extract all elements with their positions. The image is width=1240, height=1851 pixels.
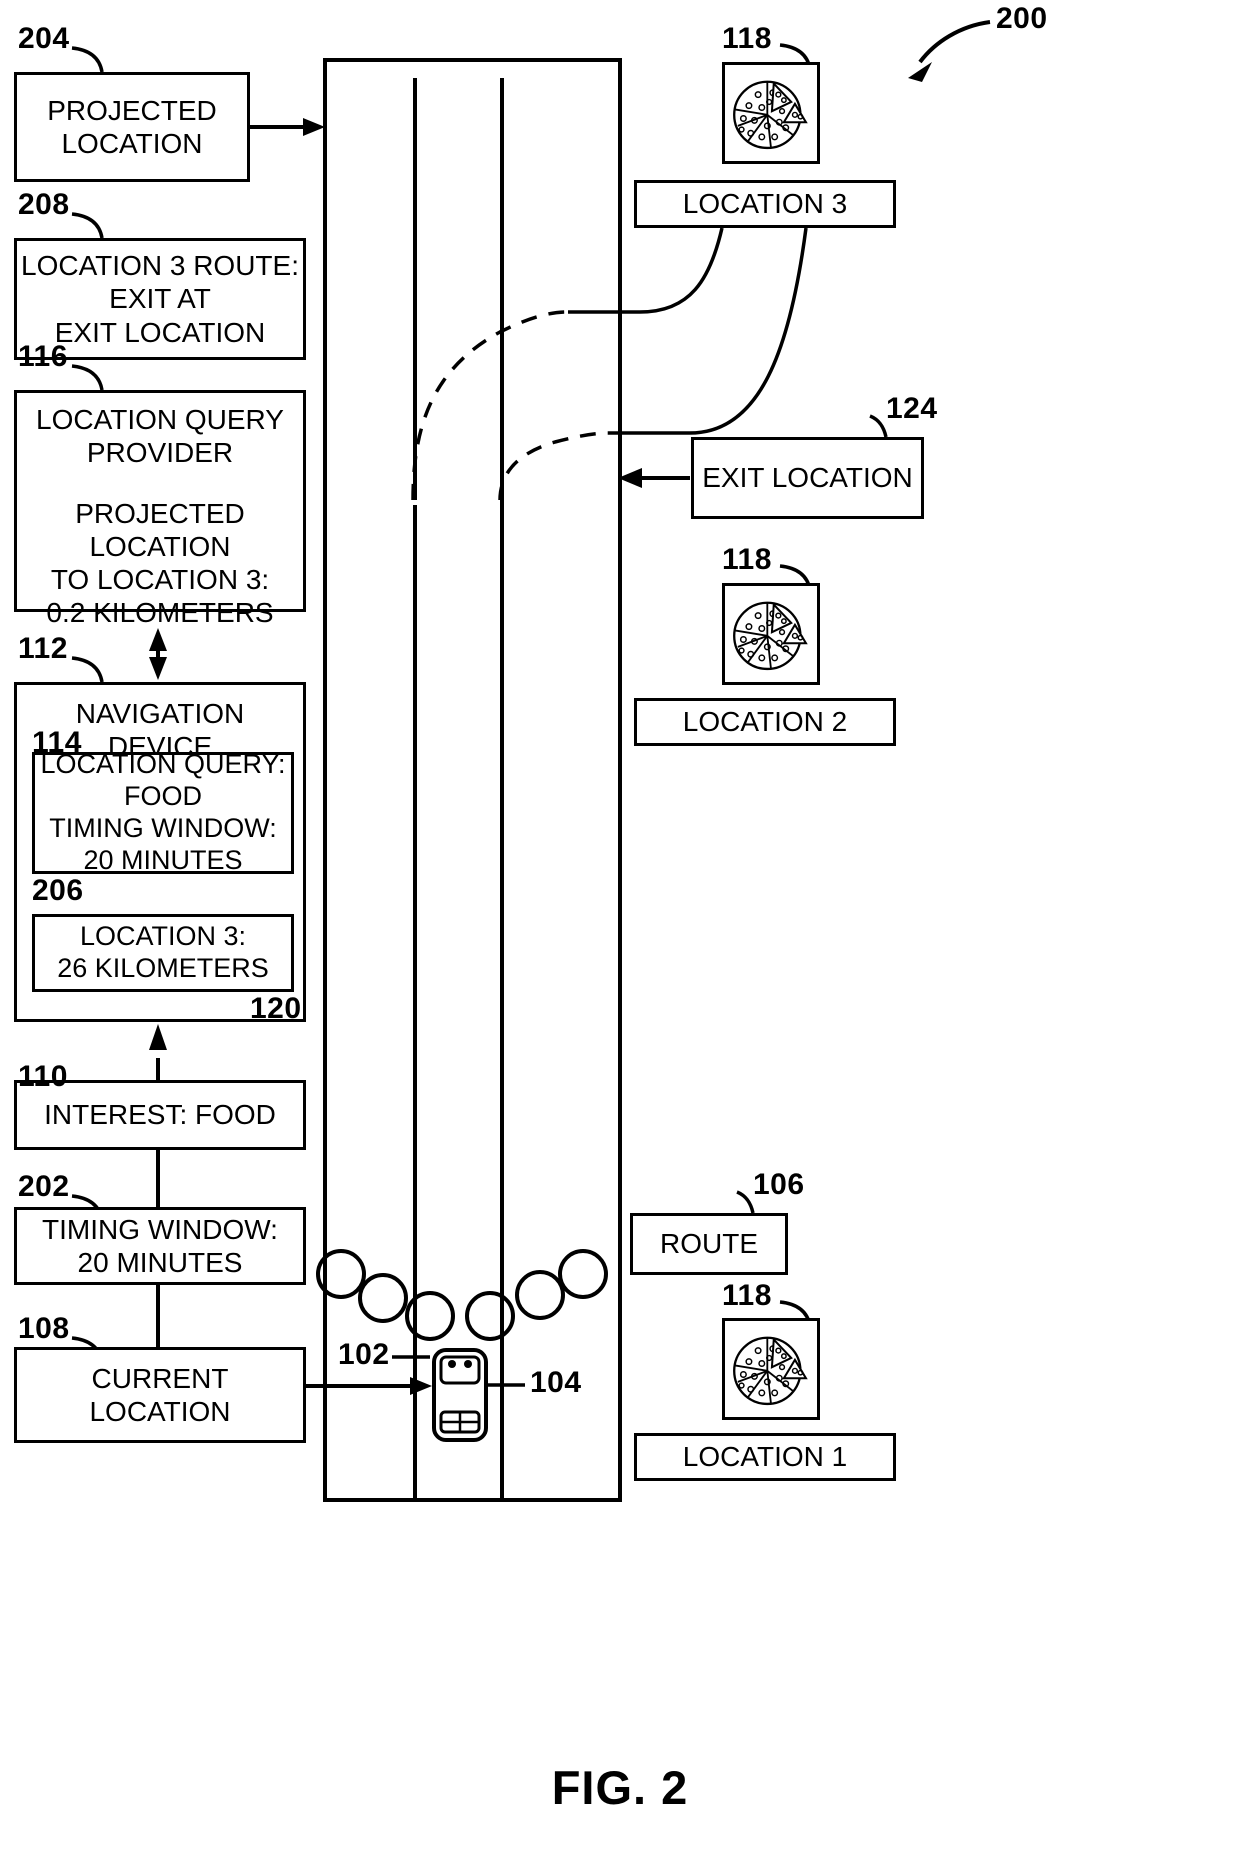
route-label: ROUTE — [660, 1228, 758, 1260]
ref-120: 120 — [250, 992, 302, 1025]
interest-label: INTEREST: FOOD — [44, 1099, 276, 1131]
arrow-current-location-to-vehicle — [301, 1377, 432, 1395]
pizza-icon — [733, 601, 808, 671]
leader-location3-upper — [568, 227, 724, 314]
ref-104: 104 — [530, 1366, 582, 1399]
leader-124 — [869, 414, 888, 438]
location2-box[interactable]: LOCATION 2 — [634, 698, 896, 746]
location3-distance-box[interactable]: LOCATION 3: 26 KILOMETERS — [32, 914, 294, 992]
ref-200: 200 — [996, 2, 1048, 35]
location1-box[interactable]: LOCATION 1 — [634, 1433, 896, 1481]
projected-location-label: PROJECTED LOCATION — [47, 94, 217, 159]
location-query-provider-body: PROJECTED LOCATION TO LOCATION 3: 0.2 KI… — [46, 498, 274, 629]
ref-112: 112 — [18, 632, 68, 665]
leader-208 — [71, 212, 104, 239]
pizza-icon — [733, 80, 808, 150]
exit-ramp-dashed-lower — [498, 431, 609, 501]
exit-location-box[interactable]: EXIT LOCATION — [691, 437, 924, 519]
ref-106: 106 — [753, 1168, 805, 1201]
system-ref-arrowhead — [908, 62, 932, 82]
timing-window-box[interactable]: TIMING WINDOW: 20 MINUTES — [14, 1207, 306, 1285]
location3-route-label: LOCATION 3 ROUTE: EXIT AT EXIT LOCATION — [21, 250, 299, 348]
pizza-icon-frame-location3 — [722, 62, 820, 164]
ref-124: 124 — [886, 392, 938, 425]
leader-106 — [736, 1190, 755, 1214]
ref-208: 208 — [18, 188, 70, 221]
location-query-box[interactable]: LOCATION QUERY: FOOD TIMING WINDOW: 20 M… — [32, 749, 294, 875]
location3-distance-label: LOCATION 3: 26 KILOMETERS — [57, 921, 269, 983]
patent-figure-2: PROJECTED LOCATION LOCATION 3 ROUTE: EXI… — [0, 0, 1240, 1851]
ref-118-top: 118 — [722, 22, 772, 55]
leader-112 — [71, 656, 104, 683]
location-query-provider-box[interactable]: LOCATION QUERY PROVIDER PROJECTED LOCATI… — [14, 390, 306, 628]
ref-102: 102 — [338, 1338, 390, 1371]
location1-label: LOCATION 1 — [682, 1441, 848, 1473]
exit-location-label: EXIT LOCATION — [702, 462, 913, 494]
ref-110: 110 — [18, 1060, 68, 1093]
ref-118-mid: 118 — [722, 543, 772, 576]
arrow-interest-to-device — [149, 1024, 167, 1080]
ref-204: 204 — [18, 22, 70, 55]
location2-label: LOCATION 2 — [682, 706, 848, 738]
timing-window-label: TIMING WINDOW: 20 MINUTES — [42, 1213, 278, 1278]
pizza-icon — [733, 1336, 808, 1406]
location3-label: LOCATION 3 — [682, 188, 848, 220]
route-box[interactable]: ROUTE — [630, 1213, 788, 1275]
leader-204 — [71, 46, 104, 73]
location-query-label: LOCATION QUERY: FOOD TIMING WINDOW: 20 M… — [40, 749, 286, 875]
figure-label: FIG. 2 — [551, 1761, 689, 1814]
location-query-provider-title: LOCATION QUERY PROVIDER — [36, 404, 284, 469]
leader-116 — [71, 364, 104, 391]
system-ref-arrow-200 — [918, 20, 991, 64]
ref-116: 116 — [18, 340, 68, 373]
leader-location3-lower — [608, 227, 808, 435]
arrow-exit-location-to-road — [618, 468, 690, 488]
vehicle-cluster-circles — [316, 1249, 608, 1341]
ref-108: 108 — [18, 1312, 70, 1345]
current-location-label: CURRENT LOCATION — [89, 1362, 231, 1427]
current-location-box[interactable]: CURRENT LOCATION — [14, 1347, 306, 1443]
pizza-icon-frame-location2 — [722, 583, 820, 685]
exit-ramp-dashed-upper — [411, 310, 569, 501]
ref-114: 114 — [32, 726, 82, 759]
arrow-projected-location-to-road — [250, 118, 325, 136]
highway-outline — [323, 58, 622, 1502]
ref-202: 202 — [18, 1170, 70, 1203]
arrow-provider-device-bidirectional — [149, 628, 167, 680]
vehicle-icon — [432, 1348, 488, 1442]
pizza-icon-frame-location1 — [722, 1318, 820, 1420]
ref-118-bot: 118 — [722, 1279, 772, 1312]
location3-box[interactable]: LOCATION 3 — [634, 180, 896, 228]
ref-206: 206 — [32, 874, 84, 907]
projected-location-box[interactable]: PROJECTED LOCATION — [14, 72, 250, 182]
